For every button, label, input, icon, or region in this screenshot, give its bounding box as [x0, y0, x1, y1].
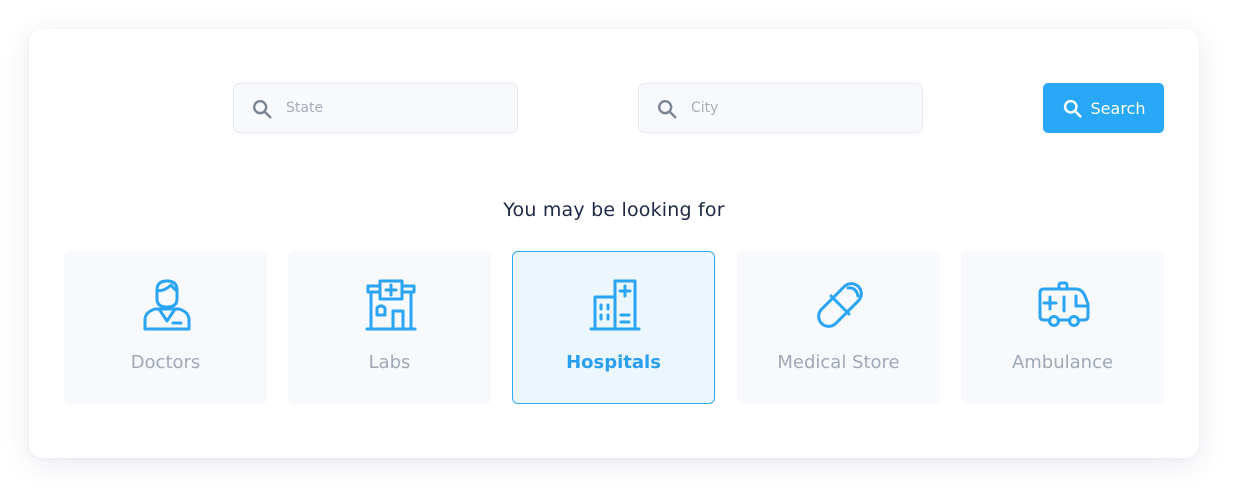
category-medical-store[interactable]: Medical Store: [737, 251, 940, 404]
category-label: Labs: [368, 352, 411, 373]
search-button[interactable]: Search: [1043, 83, 1164, 133]
state-input[interactable]: [286, 84, 506, 132]
category-label: Ambulance: [1011, 352, 1114, 373]
search-icon: [253, 100, 272, 119]
category-label: Doctors: [130, 352, 201, 373]
doctor-icon: [143, 279, 191, 331]
category-labs[interactable]: Labs: [288, 251, 491, 404]
category-doctors[interactable]: Doctors: [64, 251, 267, 404]
search-icon: [1063, 99, 1082, 118]
hospital-icon: [589, 279, 641, 331]
search-button-label: Search: [1090, 98, 1146, 118]
pill-capsule-icon: [817, 282, 863, 328]
category-ambulance[interactable]: Ambulance: [961, 251, 1164, 404]
category-label: Medical Store: [777, 352, 900, 373]
category-hospitals[interactable]: Hospitals: [512, 251, 715, 404]
lab-building-icon: [365, 279, 417, 331]
section-heading: You may be looking for: [503, 199, 725, 221]
search-icon: [658, 100, 677, 119]
state-search-field[interactable]: [233, 83, 518, 133]
city-search-field[interactable]: [638, 83, 923, 133]
category-label: Hospitals: [566, 352, 661, 373]
search-card: Search You may be looking for Doctors La…: [29, 29, 1199, 458]
ambulance-icon: [1038, 281, 1090, 327]
city-input[interactable]: [691, 84, 911, 132]
